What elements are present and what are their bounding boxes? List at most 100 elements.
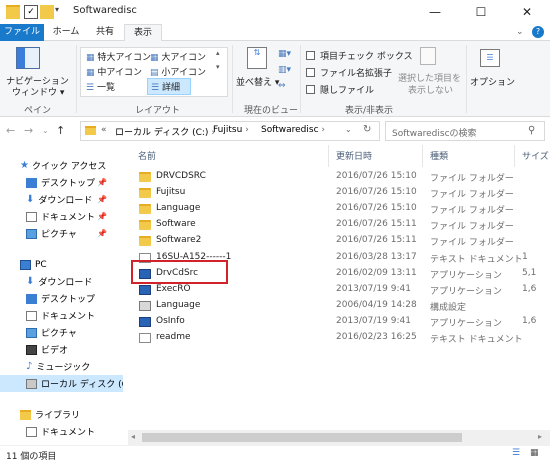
table-row[interactable]: Language 2006/04/19 14:28 構成設定 bbox=[128, 298, 550, 314]
breadcrumb-softwaredisc[interactable]: Softwaredisc › bbox=[261, 125, 325, 135]
column-header-name[interactable]: 名前 bbox=[138, 149, 156, 163]
path-box[interactable]: « ローカル ディスク (C:) › Fujitsu › Softwaredis… bbox=[80, 121, 380, 141]
column-header-type[interactable]: 種類 bbox=[430, 149, 448, 163]
add-columns-icon[interactable]: ▥▾ bbox=[278, 65, 291, 75]
breadcrumb-overflow[interactable]: « bbox=[101, 125, 107, 135]
column-header-size[interactable]: サイズ bbox=[522, 149, 549, 163]
nav-pictures[interactable]: ピクチャ 📌 bbox=[0, 225, 123, 242]
navigation-pane-icon[interactable] bbox=[16, 47, 40, 69]
customize-toolbar-icon[interactable]: ▾ bbox=[55, 5, 69, 19]
table-row[interactable]: OsInfo 2013/07/19 9:41 アプリケーション 1,6 bbox=[128, 314, 550, 330]
table-row[interactable]: Software 2016/07/26 15:11 ファイル フォルダー bbox=[128, 217, 550, 233]
pin-icon[interactable]: 📌 bbox=[97, 195, 107, 204]
nav-local-disk[interactable]: ローカル ディスク (C bbox=[0, 375, 123, 392]
search-input[interactable]: Softwarediscの検索 bbox=[392, 126, 477, 139]
nav-downloads[interactable]: ⬇ ダウンロード 📌 bbox=[0, 191, 123, 208]
folder-icon bbox=[6, 5, 20, 19]
sort-icon[interactable]: ⇅ bbox=[247, 47, 267, 69]
table-row[interactable]: Fujitsu 2016/07/26 15:10 ファイル フォルダー bbox=[128, 185, 550, 201]
forward-icon[interactable]: → bbox=[24, 124, 33, 137]
scroll-up-icon[interactable]: ▴ bbox=[216, 49, 220, 57]
nav-pc-desktop[interactable]: デスクトップ bbox=[0, 290, 123, 307]
options-button[interactable]: オプション bbox=[470, 75, 515, 88]
options-icon[interactable]: ☰ bbox=[480, 49, 500, 67]
layout-medium-icons[interactable]: ▦ 中アイコン bbox=[86, 65, 142, 78]
group-by-icon[interactable]: ▦▾ bbox=[278, 49, 291, 59]
maximize-button[interactable]: ☐ bbox=[458, 0, 504, 24]
breadcrumb-local-disk[interactable]: ローカル ディスク (C:) › bbox=[115, 125, 215, 138]
chevron-down-icon[interactable]: ⌄ bbox=[516, 27, 524, 37]
properties-icon[interactable]: ✓ bbox=[24, 5, 38, 19]
column-divider[interactable] bbox=[328, 145, 329, 167]
pin-icon[interactable]: 📌 bbox=[97, 229, 107, 238]
search-box[interactable]: Softwarediscの検索 ⚲ bbox=[385, 121, 545, 141]
recent-locations-icon[interactable]: ⌄ bbox=[42, 126, 49, 135]
sort-button[interactable]: 並べ替え ▾ bbox=[236, 75, 279, 88]
close-button[interactable]: ✕ bbox=[504, 0, 550, 24]
horizontal-scrollbar[interactable]: ◂ ▸ bbox=[128, 430, 550, 445]
new-folder-icon[interactable] bbox=[40, 5, 54, 19]
layout-extra-large-icons[interactable]: ▦ 特大アイコン bbox=[86, 50, 151, 63]
ribbon: ナビゲーション ウィンドウ ▾ ペイン ▦ 特大アイコン ▦ 大アイコン ▦ 中… bbox=[0, 41, 550, 117]
details-view-icon[interactable]: ☰ bbox=[512, 448, 520, 458]
layout-details[interactable]: ☰ 詳細 bbox=[147, 78, 191, 95]
nav-pc[interactable]: PC bbox=[0, 256, 123, 273]
star-icon: ★ bbox=[20, 160, 29, 171]
scroll-down-icon[interactable]: ▾ bbox=[216, 63, 220, 71]
nav-pc-videos[interactable]: ビデオ bbox=[0, 341, 123, 358]
table-row[interactable]: Software2 2016/07/26 15:11 ファイル フォルダー bbox=[128, 233, 550, 249]
folder-icon bbox=[139, 188, 151, 199]
scroll-left-icon[interactable]: ◂ bbox=[131, 432, 135, 441]
size-columns-icon[interactable]: ⇔ bbox=[278, 81, 286, 91]
file-type: 構成設定 bbox=[430, 302, 467, 313]
refresh-icon[interactable]: ↻ bbox=[363, 124, 371, 135]
item-checkbox-toggle[interactable] bbox=[306, 51, 315, 60]
navigation-pane-label-2[interactable]: ウィンドウ ▾ bbox=[12, 85, 64, 98]
file-date: 2016/07/26 15:10 bbox=[336, 203, 417, 214]
path-dropdown-icon[interactable]: ⌄ bbox=[345, 125, 352, 134]
search-icon[interactable]: ⚲ bbox=[528, 125, 535, 136]
scroll-right-icon[interactable]: ▸ bbox=[538, 432, 542, 441]
large-icons-view-icon[interactable]: ▦ bbox=[530, 448, 539, 458]
minimize-button[interactable]: — bbox=[412, 0, 458, 24]
video-icon bbox=[26, 344, 37, 355]
tab-file[interactable]: ファイル bbox=[0, 24, 44, 41]
scrollbar-thumb[interactable] bbox=[142, 433, 462, 442]
nav-pc-pictures[interactable]: ピクチャ bbox=[0, 324, 123, 341]
file-name: ExecRO bbox=[156, 283, 191, 294]
nav-libraries[interactable]: ライブラリ bbox=[0, 406, 123, 423]
file-extensions-toggle[interactable] bbox=[306, 68, 315, 77]
table-row[interactable]: Language 2016/07/26 15:10 ファイル フォルダー bbox=[128, 201, 550, 217]
title-bar: ✓ ▾ Softwaredisc — ☐ ✕ bbox=[0, 0, 550, 24]
tab-home[interactable]: ホーム bbox=[46, 24, 86, 41]
nav-quick-access[interactable]: ★ クイック アクセス bbox=[0, 157, 123, 174]
layout-large-icons[interactable]: ▦ 大アイコン bbox=[150, 50, 206, 63]
column-divider[interactable] bbox=[422, 145, 423, 167]
tab-share[interactable]: 共有 bbox=[88, 24, 122, 41]
nav-documents[interactable]: ドキュメント 📌 bbox=[0, 208, 123, 225]
nav-pc-documents[interactable]: ドキュメント bbox=[0, 307, 123, 324]
nav-pc-music[interactable]: ♪ ミュージック bbox=[0, 358, 123, 375]
pin-icon[interactable]: 📌 bbox=[97, 212, 107, 221]
file-name: Software bbox=[156, 219, 196, 230]
up-icon[interactable]: ↑ bbox=[56, 124, 65, 137]
breadcrumb-fujitsu[interactable]: Fujitsu › bbox=[213, 125, 249, 135]
nav-pc-downloads[interactable]: ⬇ ダウンロード bbox=[0, 273, 123, 290]
pin-icon[interactable]: 📌 bbox=[97, 178, 107, 187]
file-date: 2016/02/23 16:25 bbox=[336, 332, 417, 342]
column-header-date[interactable]: 更新日時 bbox=[336, 149, 372, 163]
table-row[interactable]: DRVCDSRC 2016/07/26 15:10 ファイル フォルダー bbox=[128, 169, 550, 185]
tab-view[interactable]: 表示 bbox=[124, 24, 162, 42]
nav-desktop[interactable]: デスクトップ 📌 bbox=[0, 174, 123, 191]
help-icon[interactable]: ? bbox=[532, 26, 544, 38]
layout-small-icons[interactable]: ▤ 小アイコン bbox=[150, 65, 206, 78]
layout-list[interactable]: ☰ 一覧 bbox=[86, 80, 115, 93]
folder-icon bbox=[139, 236, 151, 247]
back-icon[interactable]: ← bbox=[6, 124, 15, 137]
file-name: readme bbox=[156, 332, 191, 342]
column-divider[interactable] bbox=[514, 145, 515, 167]
hidden-files-toggle[interactable] bbox=[306, 85, 315, 94]
table-row[interactable]: ExecRO 2013/07/19 9:41 アプリケーション 1,6 bbox=[128, 282, 550, 298]
table-row[interactable]: readme 2016/02/23 16:25 テキスト ドキュメント bbox=[128, 330, 550, 346]
nav-library-documents[interactable]: ドキュメント bbox=[0, 423, 123, 440]
